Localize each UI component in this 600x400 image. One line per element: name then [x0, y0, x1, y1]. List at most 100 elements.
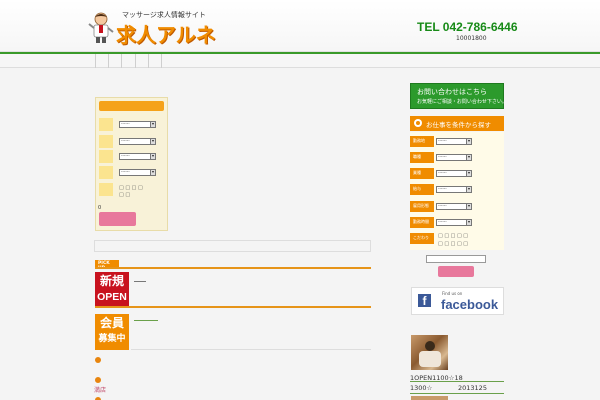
chevron-down-icon — [466, 187, 471, 192]
sidebar-search-row: 業種 ------ — [410, 166, 504, 181]
search-select[interactable]: ------ — [119, 153, 156, 160]
facebook-find-text: Find us on — [442, 291, 463, 296]
thumbnail-body — [419, 351, 441, 367]
member-recruit-banner[interactable]: 会員 募集中 — [95, 314, 129, 350]
list-bullet-icon — [95, 377, 101, 383]
pickup-divider-3 — [131, 349, 371, 350]
banner-recruit-text: 募集中 — [98, 334, 126, 344]
sidebar-search-row: 職種 ------ — [410, 150, 504, 165]
feature-checkboxes[interactable]: □ □ □ □ □ — [438, 233, 468, 239]
facebook-wordmark: facebook — [441, 297, 499, 312]
news-date-right: 2013125 — [458, 384, 487, 392]
chevron-down-icon — [150, 122, 155, 127]
site-logo[interactable]: マッサージ求人情報サイト 求人アルネ — [88, 10, 216, 47]
pickup-divider — [95, 267, 371, 269]
sidebar-select[interactable]: ------ — [436, 138, 472, 145]
sidebar-select[interactable]: ------ — [436, 203, 472, 210]
sidebar-select[interactable]: ------ — [436, 154, 472, 161]
sidebar-search-row: 給与 ------ — [410, 182, 504, 197]
keyword-input[interactable] — [426, 255, 486, 263]
sidebar-search-header: お仕事を条件から探す — [410, 116, 504, 131]
info-bar — [94, 240, 371, 252]
search-submit-button[interactable] — [99, 212, 136, 226]
news-divider — [410, 393, 504, 394]
sidebar-search-title: お仕事を条件から探す — [426, 121, 491, 129]
sidebar-row-label: 業種 — [410, 168, 434, 179]
nav-item-3[interactable] — [121, 54, 122, 68]
chevron-down-icon — [150, 154, 155, 159]
sidebar-search-row: 勤務地 ------ — [410, 134, 504, 149]
sidebar-search-row: 勤務時間 ------ — [410, 215, 504, 230]
phone-number: TEL 042-786-6446 — [417, 20, 518, 34]
sidebar-select[interactable]: ------ — [436, 219, 472, 226]
news-thumbnail[interactable] — [411, 396, 448, 400]
news-thumbnail[interactable] — [411, 335, 448, 370]
search-row-label — [99, 150, 113, 163]
search-note: 0 — [98, 205, 102, 211]
mascot-logo-icon — [88, 12, 114, 43]
sidebar-search-row: 雇用形態 ------ — [410, 199, 504, 214]
nav-item-4[interactable] — [135, 54, 136, 68]
search-row: ------ — [99, 135, 164, 148]
nav-item-1[interactable] — [95, 54, 96, 68]
list-bullet-icon — [95, 357, 101, 363]
sidebar-select[interactable]: ------ — [436, 186, 472, 193]
shop-link[interactable]: 満店 — [94, 385, 106, 394]
thumbnail-head — [425, 341, 435, 351]
sidebar-search-form: 勤務地 ------ 職種 ------ 業種 ------ 給与 ------… — [410, 132, 504, 250]
pickup-link-2[interactable] — [134, 320, 158, 321]
news-date-left: 1300☆ — [410, 384, 433, 392]
chevron-down-icon — [466, 220, 471, 225]
global-nav — [0, 54, 600, 68]
sidebar-row-label: こだわり — [410, 233, 434, 244]
contact-subtitle: お気軽にご相談・お問い合わせ下さい。 — [417, 99, 507, 105]
search-row-label — [99, 135, 113, 148]
banner-member-text: 会員 — [99, 316, 124, 330]
job-search-box: ------ ------ ------ ------ □ □ □ □ □ □ — [95, 97, 168, 231]
nav-item-6[interactable] — [161, 54, 162, 68]
sidebar-row-label: 勤務地 — [410, 136, 434, 147]
sidebar-select[interactable]: ------ — [436, 170, 472, 177]
nav-item-2[interactable] — [108, 54, 109, 68]
chevron-down-icon — [150, 139, 155, 144]
chevron-down-icon — [466, 171, 471, 176]
search-row: ------ — [99, 150, 164, 163]
site-brand-name: 求人アルネ — [116, 23, 216, 47]
chevron-down-icon — [466, 139, 471, 144]
sidebar-feature-row: こだわり □ □ □ □ □ □ □ □ □ □ — [410, 231, 504, 249]
pickup-link-1[interactable] — [134, 281, 146, 282]
search-row-label — [99, 166, 113, 179]
search-row: ------ — [99, 118, 164, 131]
nav-item-5[interactable] — [148, 54, 149, 68]
banner-open-text: OPEN — [97, 291, 127, 303]
news-title[interactable]: 1OPEN1100☆18 — [410, 374, 463, 382]
search-row: □ □ □ □ □ □ — [99, 183, 164, 198]
chevron-down-icon — [466, 204, 471, 209]
facebook-banner[interactable]: f Find us on facebook — [411, 287, 504, 315]
feature-checkboxes[interactable]: □ □ □ □ □ — [438, 241, 468, 247]
search-select[interactable]: ------ — [119, 169, 156, 176]
search-row-label — [99, 183, 113, 196]
banner-new-text: 新規 — [99, 274, 124, 288]
search-select[interactable]: ------ — [119, 121, 156, 128]
pickup-divider-2 — [95, 306, 371, 308]
search-row: ------ — [99, 166, 164, 179]
sidebar-row-label: 雇用形態 — [410, 201, 434, 212]
search-select[interactable]: ------ — [119, 138, 156, 145]
search-checkboxes[interactable]: □ □ □ □ — [119, 185, 143, 191]
facebook-icon: f — [418, 294, 431, 308]
new-open-banner[interactable]: 新規 OPEN — [95, 272, 129, 308]
contact-banner[interactable]: お問い合わせはこちら お気軽にご相談・お問い合わせ下さい。 — [410, 83, 507, 109]
chevron-down-icon — [150, 170, 155, 175]
search-icon — [414, 119, 422, 127]
news-date: 1300☆ 2013125 — [410, 384, 487, 392]
sidebar-row-label: 給与 — [410, 184, 434, 195]
search-checkboxes[interactable]: □ □ — [119, 192, 130, 198]
chevron-down-icon — [466, 155, 471, 160]
sidebar-search-button[interactable] — [438, 266, 474, 277]
search-box-header — [99, 101, 164, 111]
business-hours: 10001800 — [456, 35, 487, 42]
contact-title: お問い合わせはこちら — [417, 88, 487, 96]
sidebar-row-label: 職種 — [410, 152, 434, 163]
site-header: マッサージ求人情報サイト 求人アルネ TEL 042-786-6446 1000… — [0, 0, 600, 52]
